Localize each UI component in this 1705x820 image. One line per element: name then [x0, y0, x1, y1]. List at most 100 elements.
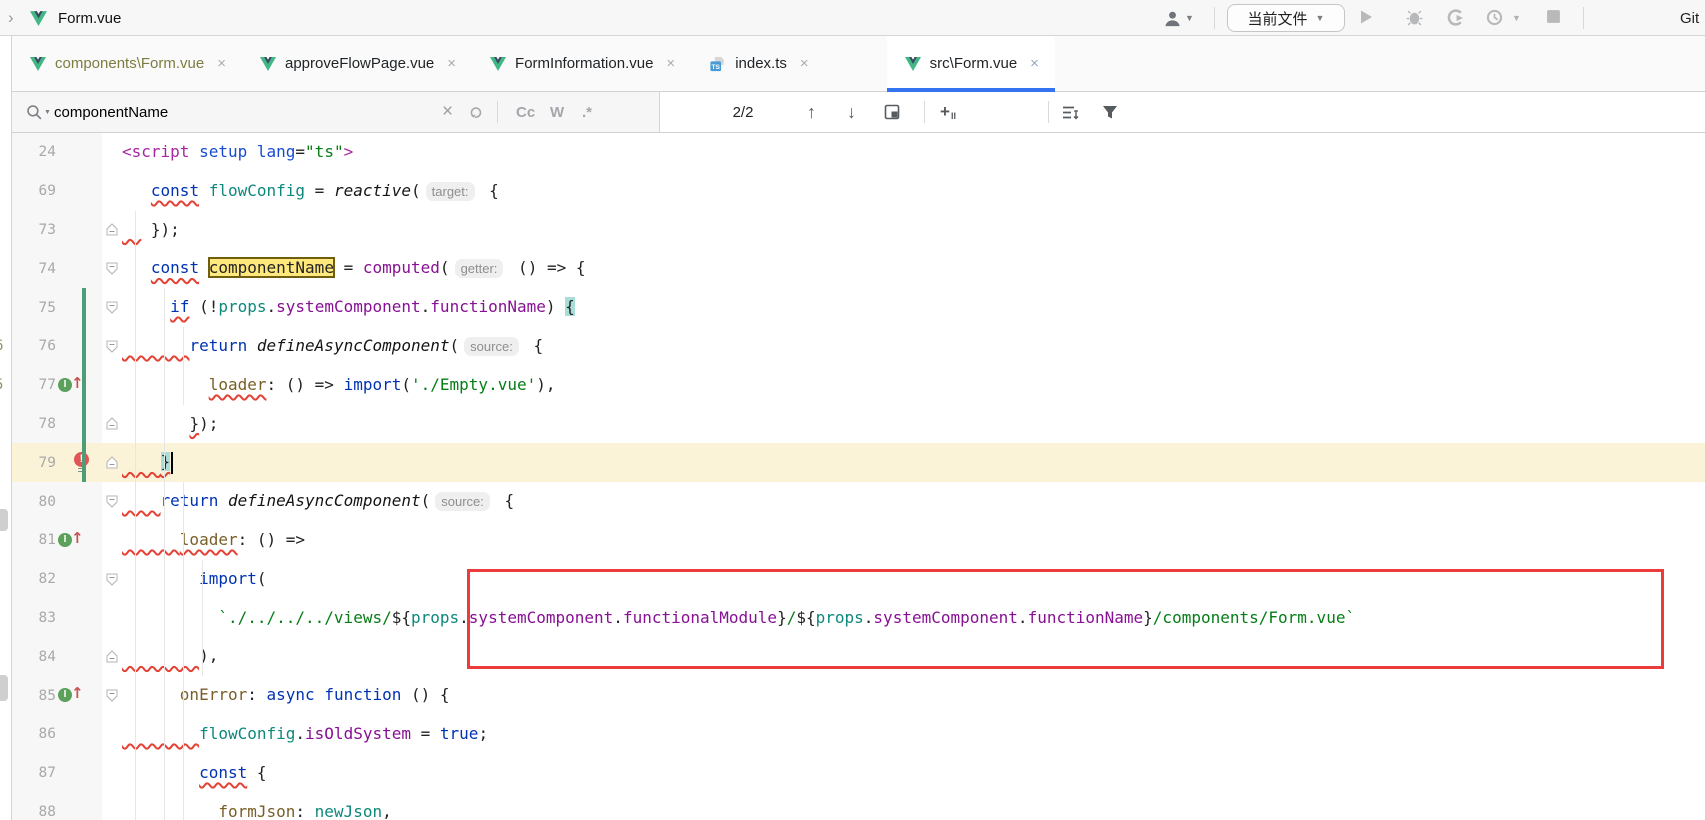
indent-guide [202, 560, 203, 676]
line-number: 82 [12, 571, 56, 587]
code-line[interactable]: 75 if (!props.systemComponent.functionNa… [12, 288, 1705, 327]
implemented-marker-icon[interactable]: I [58, 378, 72, 392]
clear-search-icon[interactable]: × [442, 92, 453, 132]
search-filter-lines-icon[interactable] [1062, 92, 1080, 132]
tab-index-ts[interactable]: TS index.ts × [691, 36, 824, 91]
fold-marker-icon[interactable] [102, 405, 122, 444]
code-line[interactable]: 74 const componentName = computed(getter… [12, 249, 1705, 288]
code-text[interactable]: <script setup lang="ts"> [122, 133, 353, 172]
code-text[interactable]: import( [122, 560, 267, 599]
tab-src-form-vue[interactable]: src\Form.vue × [887, 36, 1055, 91]
chevron-down-icon: ▼ [1316, 13, 1325, 23]
code-line[interactable]: 79! } [12, 443, 1705, 482]
add-occurrence-button[interactable]: +II [940, 92, 1705, 132]
line-number: 78 [12, 416, 56, 432]
close-icon[interactable]: × [447, 55, 456, 72]
code-token [122, 297, 170, 316]
stop-icon[interactable] [1546, 9, 1564, 27]
code-text[interactable]: } [122, 443, 173, 482]
code-text[interactable]: }); [122, 405, 218, 444]
code-text[interactable]: loader: () => [122, 521, 305, 560]
code-line[interactable]: 24 <script setup lang="ts"> [12, 133, 1705, 172]
user-icon[interactable]: ▼ [1163, 0, 1194, 36]
fold-marker-icon[interactable] [102, 676, 122, 715]
close-icon[interactable]: × [1030, 55, 1039, 72]
code-text[interactable]: ), [122, 637, 218, 676]
code-text[interactable]: }); [122, 211, 180, 250]
line-number: 24 [12, 144, 56, 160]
line-number: 69 [12, 183, 56, 199]
code-editor[interactable]: 24<script setup lang="ts">69 const flowC… [12, 133, 1705, 820]
fold-marker-icon[interactable] [102, 560, 122, 599]
code-line[interactable]: 88 formJson: newJson, [12, 793, 1705, 820]
words-toggle[interactable]: W [550, 92, 564, 132]
git-toolbar-label[interactable]: Git [1680, 0, 1699, 36]
search-input[interactable]: componentName [54, 92, 168, 132]
line-number: 75 [12, 300, 56, 316]
chevron-down-icon[interactable]: ▼ [1512, 0, 1521, 36]
editor-split-divider[interactable] [11, 36, 12, 820]
run-with-coverage-icon[interactable] [1486, 9, 1504, 27]
code-text[interactable]: formJson: newJson, [122, 793, 392, 820]
vcs-change-marker[interactable] [82, 366, 86, 405]
code-text[interactable]: if (!props.systemComponent.functionName)… [122, 288, 575, 327]
fold-marker-icon[interactable] [102, 288, 122, 327]
code-text[interactable]: const { [122, 754, 267, 793]
search-icon[interactable]: ▼ [26, 92, 51, 132]
open-in-find-window-icon[interactable] [884, 92, 900, 132]
fold-marker-icon[interactable] [102, 443, 122, 482]
implemented-marker-icon[interactable]: I [58, 688, 72, 702]
implemented-marker-icon[interactable]: I [58, 533, 72, 547]
code-token: return [189, 336, 247, 355]
code-line[interactable]: 87 const { [12, 754, 1705, 793]
code-line[interactable]: 78 }); [12, 405, 1705, 444]
clipped-pane-fragment [0, 675, 8, 701]
close-icon[interactable]: × [666, 55, 675, 72]
fold-marker-icon[interactable] [102, 637, 122, 676]
tab-components-form-vue[interactable]: components\Form.vue × [12, 36, 242, 91]
code-line[interactable]: 73 }); [12, 211, 1705, 250]
vcs-change-marker[interactable] [82, 327, 86, 366]
fold-marker-icon[interactable] [102, 211, 122, 250]
tab-forminformation-vue[interactable]: FormInformation.vue × [472, 36, 691, 91]
fold-column [102, 715, 122, 754]
profiler-icon[interactable] [1447, 9, 1465, 27]
search-history-icon[interactable] [468, 92, 486, 132]
code-line[interactable]: 86 flowConfig.isOldSystem = true; [12, 715, 1705, 754]
run-configuration-select[interactable]: 当前文件 ▼ [1227, 4, 1345, 32]
previous-occurrence-icon[interactable]: ↑ [807, 92, 816, 132]
search-field[interactable]: ▼ componentName × Cc W .* [12, 92, 660, 132]
code-line[interactable]: 69 const flowConfig = reactive(target: { [12, 172, 1705, 211]
code-line[interactable]: 80 return defineAsyncComponent(source: { [12, 482, 1705, 521]
fold-marker-icon[interactable] [102, 482, 122, 521]
code-text[interactable]: return defineAsyncComponent(source: { [122, 327, 543, 366]
code-text[interactable]: loader: () => import('./Empty.vue'), [122, 366, 556, 405]
code-line[interactable]: 76 return defineAsyncComponent(source: { [12, 327, 1705, 366]
code-text[interactable]: return defineAsyncComponent(source: { [122, 482, 514, 521]
code-text[interactable]: const flowConfig = reactive(target: { [122, 172, 499, 211]
code-line[interactable]: 85I↑ onError: async function () { [12, 676, 1705, 715]
fold-marker-icon[interactable] [102, 249, 122, 288]
next-occurrence-icon[interactable]: ↓ [847, 92, 856, 132]
vcs-change-marker[interactable] [82, 288, 86, 327]
code-text[interactable]: flowConfig.isOldSystem = true; [122, 715, 488, 754]
vcs-change-marker[interactable] [82, 443, 86, 482]
close-icon[interactable]: × [800, 55, 809, 72]
code-token: }); [141, 220, 180, 239]
filter-funnel-icon[interactable] [1102, 92, 1118, 132]
code-token: () => { [508, 258, 585, 277]
code-text[interactable]: onError: async function () { [122, 676, 450, 715]
vcs-change-marker[interactable] [82, 405, 86, 444]
tab-approveflowpage-vue[interactable]: approveFlowPage.vue × [242, 36, 472, 91]
code-token: defineAsyncComponent [228, 491, 421, 510]
close-icon[interactable]: × [217, 55, 226, 72]
run-icon[interactable] [1358, 9, 1376, 27]
code-token [122, 181, 151, 200]
fold-marker-icon[interactable] [102, 327, 122, 366]
match-case-toggle[interactable]: Cc [516, 92, 535, 132]
regex-toggle[interactable]: .* [582, 92, 592, 132]
code-line[interactable]: 81I↑ loader: () => [12, 521, 1705, 560]
code-line[interactable]: 77I↑ loader: () => import('./Empty.vue')… [12, 366, 1705, 405]
debug-icon[interactable] [1406, 9, 1424, 27]
code-text[interactable]: const componentName = computed(getter: (… [122, 249, 585, 288]
